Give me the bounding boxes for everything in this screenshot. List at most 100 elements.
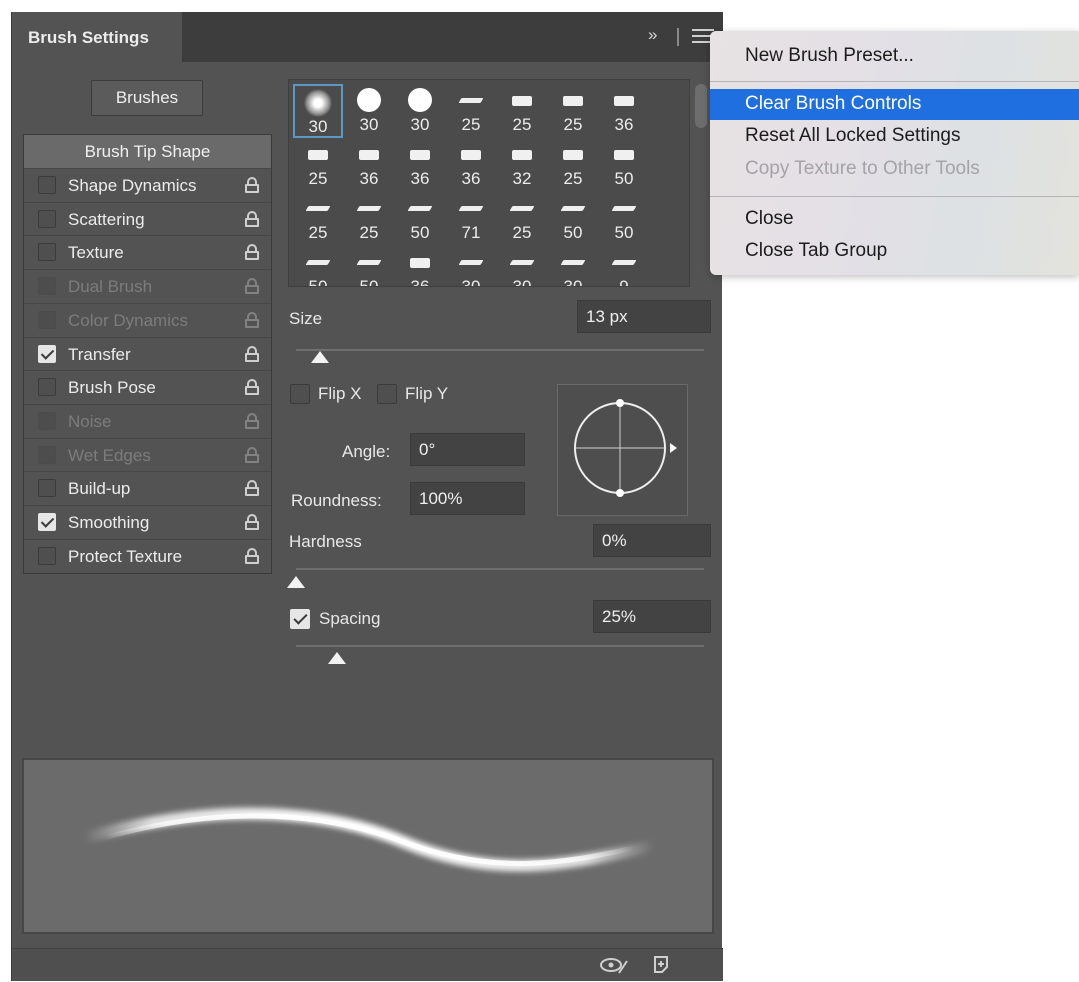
brush-tip-slant-icon: [458, 98, 484, 103]
brush-preset[interactable]: 25: [497, 192, 547, 246]
spacing-slider-thumb[interactable]: [327, 652, 346, 664]
smoothing-checkbox[interactable]: [38, 513, 56, 531]
brush-preset-size: 36: [410, 169, 430, 188]
brush-tip-rect-icon: [614, 96, 634, 106]
spacing-slider-track[interactable]: [296, 645, 704, 647]
hardness-field[interactable]: 0%: [593, 524, 711, 557]
brush-tip-rect-icon: [410, 150, 430, 160]
lock-icon[interactable]: [245, 244, 259, 261]
scattering-label: Scattering: [68, 209, 145, 229]
brush-preset[interactable]: 36: [344, 138, 394, 192]
brush-preset[interactable]: 25: [548, 84, 598, 138]
size-label: Size: [289, 309, 323, 328]
menu-item-close-tab-group[interactable]: Close Tab Group: [710, 236, 1079, 267]
roundness-field[interactable]: 100%: [410, 482, 525, 515]
brush-preset-size: 25: [308, 169, 328, 188]
option-brush-pose[interactable]: Brush Pose: [24, 370, 271, 403]
lock-icon[interactable]: [245, 480, 259, 497]
option-texture[interactable]: Texture: [24, 235, 271, 268]
preset-grid-scrollbar[interactable]: [695, 84, 707, 128]
brush-preset[interactable]: 30: [497, 246, 547, 286]
brush-preset[interactable]: 25: [497, 84, 547, 138]
brush-tip-slant-icon: [611, 206, 637, 211]
brush-preset[interactable]: 50: [344, 246, 394, 286]
brush-preset[interactable]: 25: [293, 138, 343, 192]
option-smoothing[interactable]: Smoothing: [24, 505, 271, 538]
angle-roundness-widget[interactable]: [557, 384, 688, 516]
lock-icon[interactable]: [245, 547, 259, 564]
lock-icon[interactable]: [245, 379, 259, 396]
scattering-checkbox[interactable]: [38, 209, 56, 228]
brush-preset[interactable]: 50: [293, 246, 343, 287]
brush-preset[interactable]: 30: [446, 246, 496, 286]
lock-icon[interactable]: [245, 446, 259, 463]
spacing-field[interactable]: 25%: [593, 600, 711, 633]
brush-preset[interactable]: 25: [293, 192, 343, 246]
transfer-checkbox[interactable]: [38, 344, 56, 363]
menu-item-reset-all-locked-settings[interactable]: Reset All Locked Settings: [710, 121, 1079, 152]
new-preset-icon[interactable]: [652, 954, 672, 981]
lock-icon[interactable]: [245, 210, 259, 227]
brush-preset[interactable]: 25: [344, 192, 394, 246]
texture-checkbox[interactable]: [38, 243, 56, 262]
tab-brush-settings[interactable]: Brush Settings: [12, 12, 182, 62]
lock-icon[interactable]: [245, 345, 259, 362]
brush-preset-size: 25: [563, 169, 583, 188]
eye-slash-icon[interactable]: [597, 955, 631, 982]
lock-icon[interactable]: [245, 278, 259, 295]
size-field[interactable]: 13 px: [577, 300, 711, 333]
menu-item-clear-brush-controls[interactable]: Clear Brush Controls: [710, 89, 1079, 120]
brush-preset[interactable]: 30: [293, 84, 343, 138]
brushes-button[interactable]: Brushes: [91, 80, 203, 116]
brush-preset-size: 50: [308, 277, 328, 287]
lock-icon[interactable]: [245, 177, 259, 193]
flip-x-checkbox[interactable]: [290, 384, 310, 404]
brush-preset[interactable]: 50: [599, 192, 649, 246]
angle-field[interactable]: 0°: [410, 433, 525, 466]
collapse-panel-icon[interactable]: »: [648, 25, 657, 45]
brush-preset[interactable]: 36: [599, 84, 649, 138]
brush-preset[interactable]: 36: [395, 246, 445, 286]
shape-dynamics-checkbox[interactable]: [38, 176, 56, 194]
brush-tip-shape-header[interactable]: Brush Tip Shape: [24, 135, 271, 168]
brush-preset-size: 36: [461, 169, 481, 188]
flip-y-checkbox[interactable]: [377, 384, 397, 404]
brush-tip-slant-icon: [611, 260, 637, 265]
shape-dynamics-label: Shape Dynamics: [68, 176, 197, 195]
brush-preset[interactable]: 30: [395, 84, 445, 138]
brush-tip-rect-icon: [563, 96, 583, 106]
brush-preset[interactable]: 50: [599, 138, 649, 192]
protect-texture-checkbox[interactable]: [38, 546, 56, 565]
hardness-label: Hardness: [289, 532, 362, 551]
lock-icon[interactable]: [245, 412, 259, 429]
brush-preset[interactable]: 25: [446, 84, 496, 138]
option-transfer[interactable]: Transfer: [24, 336, 271, 370]
brush-preset[interactable]: 9: [599, 246, 649, 286]
size-slider-thumb[interactable]: [311, 351, 330, 363]
build-up-checkbox[interactable]: [38, 479, 56, 498]
hardness-slider-track[interactable]: [296, 568, 704, 570]
menu-item-close[interactable]: Close: [710, 204, 1079, 235]
brush-preset[interactable]: 36: [395, 138, 445, 192]
menu-item-new-brush-preset[interactable]: New Brush Preset...: [710, 41, 1079, 72]
spacing-checkbox[interactable]: [290, 609, 310, 629]
brush-preset[interactable]: 50: [548, 192, 598, 246]
option-shape-dynamics[interactable]: Shape Dynamics: [24, 168, 271, 201]
wet-edges-checkbox: [38, 445, 56, 464]
brush-preset[interactable]: 50: [395, 192, 445, 246]
brush-preset[interactable]: 32: [497, 138, 547, 192]
brush-pose-checkbox[interactable]: [38, 378, 56, 397]
hardness-slider-thumb[interactable]: [287, 576, 305, 588]
option-build-up[interactable]: Build-up: [24, 471, 271, 504]
option-protect-texture[interactable]: Protect Texture: [24, 538, 271, 572]
size-slider-track[interactable]: [296, 349, 704, 351]
lock-icon[interactable]: [245, 311, 259, 328]
option-scattering[interactable]: Scattering: [24, 201, 271, 235]
brush-preset[interactable]: 30: [548, 246, 598, 286]
brush-preset[interactable]: 25: [548, 138, 598, 192]
brush-preset[interactable]: 71: [446, 192, 496, 246]
brush-preset[interactable]: 30: [344, 84, 394, 138]
menu-separator: [710, 81, 1079, 82]
brush-preset[interactable]: 36: [446, 138, 496, 192]
lock-icon[interactable]: [245, 514, 259, 530]
